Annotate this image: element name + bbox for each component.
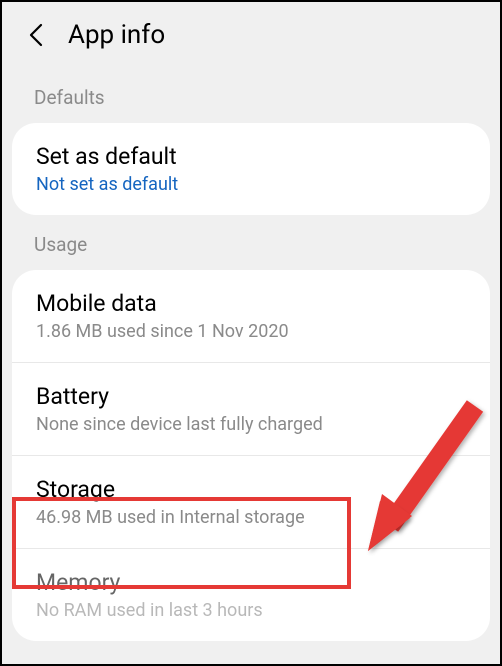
item-storage[interactable]: Storage 46.98 MB used in Internal storag…	[12, 456, 490, 549]
chevron-left-icon	[29, 23, 43, 47]
item-subtitle: None since device last fully charged	[36, 414, 466, 435]
item-memory[interactable]: Memory No RAM used in last 3 hours	[12, 549, 490, 641]
item-battery[interactable]: Battery None since device last fully cha…	[12, 363, 490, 456]
item-subtitle: 46.98 MB used in Internal storage	[36, 507, 466, 528]
item-title: Battery	[36, 383, 466, 410]
item-set-as-default[interactable]: Set as default Not set as default	[12, 123, 490, 215]
item-title: Set as default	[36, 143, 466, 170]
item-subtitle: Not set as default	[36, 174, 466, 195]
card-usage: Mobile data 1.86 MB used since 1 Nov 202…	[12, 270, 490, 641]
section-label-defaults: Defaults	[2, 68, 500, 123]
page-title: App info	[68, 20, 165, 50]
item-mobile-data[interactable]: Mobile data 1.86 MB used since 1 Nov 202…	[12, 270, 490, 363]
item-subtitle: 1.86 MB used since 1 Nov 2020	[36, 321, 466, 342]
app-header: App info	[2, 2, 500, 68]
back-button[interactable]	[24, 23, 48, 47]
item-title: Storage	[36, 476, 466, 503]
section-label-usage: Usage	[2, 215, 500, 270]
item-title: Memory	[36, 569, 466, 596]
item-title: Mobile data	[36, 290, 466, 317]
item-subtitle: No RAM used in last 3 hours	[36, 600, 466, 621]
card-defaults: Set as default Not set as default	[12, 123, 490, 215]
